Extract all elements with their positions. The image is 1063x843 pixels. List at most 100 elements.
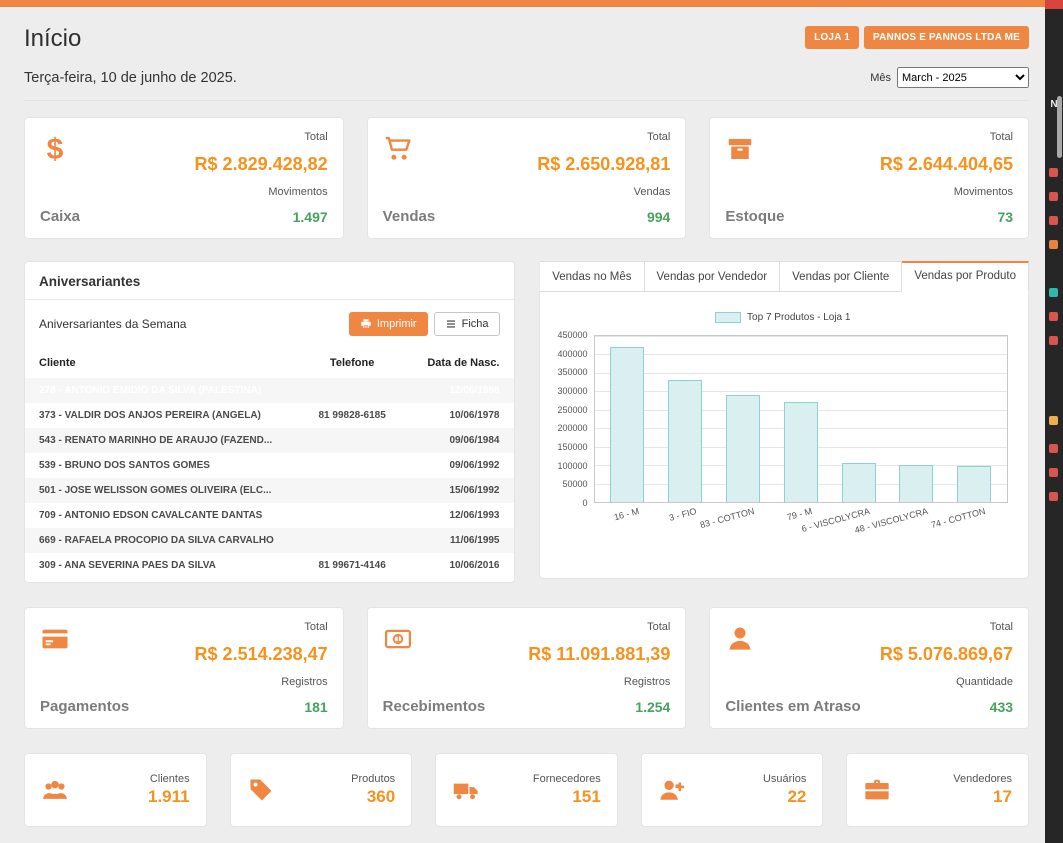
user-plus-icon bbox=[658, 776, 688, 804]
sidebar-icon[interactable] bbox=[1049, 312, 1058, 321]
sidebar-icon[interactable] bbox=[1049, 288, 1058, 297]
tab-label: Vendas por Cliente bbox=[792, 271, 889, 283]
cart-icon bbox=[383, 134, 415, 164]
count-value: 73 bbox=[997, 209, 1013, 225]
stat-card[interactable]: Pagamentos Total R$ 2.514.238,47 Registr… bbox=[24, 607, 344, 729]
count-label: Quantidade bbox=[956, 676, 1013, 688]
ficha-button[interactable]: Ficha bbox=[434, 312, 500, 336]
birth-date: 11/06/1995 bbox=[407, 535, 499, 546]
month-select[interactable]: March - 2025 bbox=[897, 67, 1029, 88]
sales-tab[interactable]: Vendas por Cliente bbox=[780, 261, 902, 292]
table-row[interactable]: 709 - ANTONIO EDSON CAVALCANTE DANTAS 12… bbox=[25, 503, 514, 528]
birth-date: 12/06/1993 bbox=[407, 510, 499, 521]
table-row[interactable]: 539 - BRUNO DOS SANTOS GOMES 09/06/1992 bbox=[25, 453, 514, 478]
sales-tab[interactable]: Vendas por Vendedor bbox=[645, 261, 781, 292]
stat-card[interactable]: Estoque Total R$ 2.644.404,65 Movimentos… bbox=[709, 117, 1029, 239]
client-name: 501 - JOSE WELISSON GOMES OLIVEIRA (ELC.… bbox=[39, 485, 297, 496]
sales-chart-panel: Top 7 Produtos - Loja 1 0500001000001500… bbox=[539, 292, 1030, 579]
y-tick-label: 100000 bbox=[557, 461, 587, 471]
sidebar-icon[interactable] bbox=[1049, 336, 1058, 345]
count-value: 433 bbox=[990, 699, 1013, 715]
chart-bar[interactable] bbox=[726, 395, 760, 502]
legend-swatch bbox=[715, 312, 741, 323]
stat-card[interactable]: Vendas Total R$ 2.650.928,81 Vendas 994 bbox=[367, 117, 687, 239]
stat-card[interactable]: $ Caixa Total R$ 2.829.428,82 Movimentos… bbox=[24, 117, 344, 239]
client-name: 709 - ANTONIO EDSON CAVALCANTE DANTAS bbox=[39, 510, 297, 521]
stat-card[interactable]: 1 Recebimentos Total R$ 11.091.881,39 Re… bbox=[367, 607, 687, 729]
sidebar-icon[interactable] bbox=[1049, 240, 1058, 249]
client-name: 373 - VALDIR DOS ANJOS PEREIRA (ANGELA) bbox=[39, 410, 297, 421]
total-value: R$ 2.644.404,65 bbox=[880, 154, 1013, 175]
summary-card[interactable]: Clientes 1.911 bbox=[24, 753, 207, 827]
sidebar-icon[interactable] bbox=[1049, 168, 1058, 177]
stat-cards-row-1: $ Caixa Total R$ 2.829.428,82 Movimentos… bbox=[24, 117, 1029, 239]
bar-slot: 74 - COTTON bbox=[954, 336, 994, 502]
tag-icon bbox=[247, 776, 277, 804]
total-value: R$ 5.076.869,67 bbox=[880, 644, 1013, 665]
stat-card-label: Clientes em Atraso bbox=[725, 698, 860, 715]
client-name: 669 - RAFAELA PROCOPIO DA SILVA CARVALHO bbox=[39, 535, 297, 546]
users-icon bbox=[41, 776, 71, 804]
y-tick-label: 250000 bbox=[557, 405, 587, 415]
sales-tab[interactable]: Vendas no Mês bbox=[540, 261, 644, 292]
page-title: Início bbox=[24, 25, 81, 53]
summary-card[interactable]: Fornecedores 151 bbox=[435, 753, 618, 827]
chart-bar[interactable] bbox=[957, 466, 991, 502]
page-header: Início LOJA 1 PANNOS E PANNOS LTDA ME bbox=[24, 21, 1029, 53]
store-button[interactable]: LOJA 1 bbox=[805, 26, 859, 49]
chart-bar[interactable] bbox=[668, 380, 702, 502]
sidebar-icon[interactable] bbox=[1049, 216, 1058, 225]
count-value: 181 bbox=[304, 699, 327, 715]
dollar-icon: $ bbox=[40, 134, 72, 164]
summary-card[interactable]: Produtos 360 bbox=[230, 753, 413, 827]
client-phone: 81 99828-6185 bbox=[297, 410, 408, 421]
table-row[interactable]: 309 - ANA SEVERINA PAES DA SILVA 81 9967… bbox=[25, 553, 514, 578]
sidebar-icon[interactable] bbox=[1049, 468, 1058, 477]
summary-value: 1.911 bbox=[148, 787, 190, 807]
count-label: Registros bbox=[624, 676, 670, 688]
y-tick-label: 450000 bbox=[557, 330, 587, 340]
count-value: 994 bbox=[647, 209, 670, 225]
stat-card[interactable]: Clientes em Atraso Total R$ 5.076.869,67… bbox=[709, 607, 1029, 729]
summary-value: 360 bbox=[367, 787, 395, 807]
y-tick-label: 350000 bbox=[557, 367, 587, 377]
sidebar-icon[interactable] bbox=[1049, 444, 1058, 453]
table-row[interactable]: 669 - RAFAELA PROCOPIO DA SILVA CARVALHO… bbox=[25, 528, 514, 553]
summary-card[interactable]: Vendedores 17 bbox=[846, 753, 1029, 827]
client-name: 309 - ANA SEVERINA PAES DA SILVA bbox=[39, 560, 297, 571]
total-label: Total bbox=[647, 621, 670, 633]
client-name: 539 - BRUNO DOS SANTOS GOMES bbox=[39, 460, 297, 471]
total-value: R$ 2.829.428,82 bbox=[195, 154, 328, 175]
chart-bar[interactable] bbox=[899, 465, 933, 502]
summary-cards-row: Clientes 1.911 Produtos 360 Fornecedores… bbox=[24, 753, 1029, 827]
bar-chart: 0500001000001500002000002500003000003500… bbox=[550, 335, 1017, 503]
chart-bar[interactable] bbox=[842, 463, 876, 502]
x-tick-label: 3 - FIO bbox=[668, 506, 698, 523]
bar-slot: 79 - M bbox=[781, 336, 821, 502]
count-label: Movimentos bbox=[954, 186, 1013, 198]
sales-tab[interactable]: Vendas por Produto bbox=[902, 261, 1029, 292]
date-row: Terça-feira, 10 de junho de 2025. Mês Ma… bbox=[24, 67, 1029, 101]
print-button[interactable]: Imprimir bbox=[349, 312, 428, 336]
credit-card-icon bbox=[40, 624, 72, 654]
collapsed-right-sidebar[interactable]: N bbox=[1045, 0, 1063, 843]
company-button[interactable]: PANNOS E PANNOS LTDA ME bbox=[864, 26, 1029, 49]
count-label: Movimentos bbox=[268, 186, 327, 198]
scrollbar-thumb[interactable] bbox=[1057, 96, 1062, 158]
stat-card-label: Estoque bbox=[725, 208, 784, 225]
dashboard-content: Início LOJA 1 PANNOS E PANNOS LTDA ME Te… bbox=[0, 7, 1045, 827]
y-tick-label: 200000 bbox=[557, 423, 587, 433]
y-tick-label: 150000 bbox=[557, 442, 587, 452]
sidebar-icon[interactable] bbox=[1049, 492, 1058, 501]
chart-bar[interactable] bbox=[610, 347, 644, 502]
sidebar-icon[interactable] bbox=[1049, 192, 1058, 201]
money-icon: 1 bbox=[383, 624, 415, 654]
table-row[interactable]: 373 - VALDIR DOS ANJOS PEREIRA (ANGELA) … bbox=[25, 403, 514, 428]
sidebar-icon[interactable] bbox=[1049, 416, 1058, 425]
table-row[interactable]: 278 - ANTONIO EMIDIO DA SILVA (PALESTINA… bbox=[25, 378, 514, 403]
chart-plot: 16 - M3 - FIO83 - COTTON79 - M6 - VISCOL… bbox=[594, 335, 1009, 503]
table-row[interactable]: 501 - JOSE WELISSON GOMES OLIVEIRA (ELC.… bbox=[25, 478, 514, 503]
summary-card[interactable]: Usuários 22 bbox=[641, 753, 824, 827]
chart-bar[interactable] bbox=[784, 402, 818, 502]
table-row[interactable]: 543 - RENATO MARINHO DE ARAUJO (FAZEND..… bbox=[25, 428, 514, 453]
